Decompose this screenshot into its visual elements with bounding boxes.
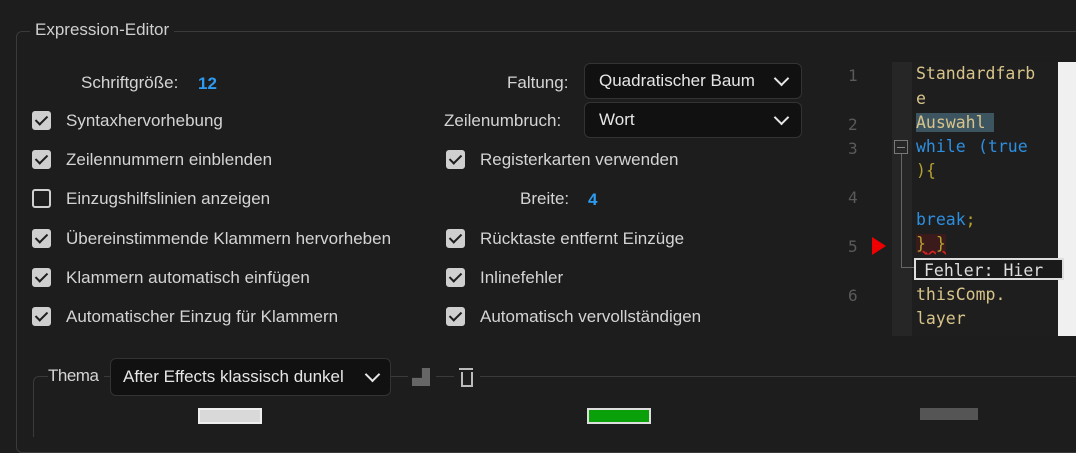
folding-label: Faltung: — [507, 73, 569, 92]
theme-select[interactable]: After Effects klassisch dunkel — [110, 358, 391, 396]
checkbox[interactable] — [446, 229, 465, 248]
chevron-down-icon — [773, 70, 790, 87]
section-title: Expression-Editor — [30, 20, 175, 40]
chevron-down-icon — [364, 366, 381, 383]
checkbox[interactable] — [32, 189, 51, 208]
option-label: Automatisch vervollständigen — [480, 307, 702, 326]
theme-value: After Effects klassisch dunkel — [123, 367, 344, 386]
new-theme-icon[interactable] — [408, 368, 436, 388]
fold-collapse-icon[interactable] — [894, 140, 908, 154]
option-label: Rücktaste entfernt Einzüge — [480, 229, 685, 248]
line-number: 6 — [848, 286, 858, 305]
line-number: 5 — [848, 237, 858, 256]
code-token: layer — [916, 309, 966, 328]
color-swatch[interactable] — [920, 408, 978, 420]
width-label: Breite: — [520, 189, 570, 208]
brace-token: { — [925, 161, 936, 180]
code-token: thisComp. — [916, 285, 1006, 304]
option-label: Syntaxhervorhebung — [66, 111, 223, 130]
line-number: 3 — [848, 139, 858, 158]
option-label: Einzugshilfslinien anzeigen — [66, 189, 271, 208]
error-message: Fehler: Hier — [924, 261, 1044, 280]
selection-token: Auswahl — [916, 113, 994, 132]
color-swatch[interactable] — [587, 408, 651, 424]
code-token: e — [916, 89, 926, 108]
folding-value: Quadratischer Baum — [599, 71, 755, 90]
keyword-token: break — [916, 210, 966, 229]
option-label: Registerkarten verwenden — [480, 150, 679, 169]
brace-token: } — [935, 234, 946, 253]
width-value[interactable]: 4 — [588, 190, 597, 210]
checkbox[interactable] — [446, 268, 465, 287]
checkbox[interactable] — [32, 307, 51, 326]
keyword-token: while — [916, 137, 966, 156]
checkbox[interactable] — [32, 229, 51, 248]
error-arrow-icon — [872, 237, 886, 255]
wrap-label: Zeilenumbruch: — [444, 111, 562, 130]
color-swatch[interactable] — [198, 408, 262, 424]
line-number: 4 — [848, 188, 858, 207]
checkbox[interactable] — [446, 150, 465, 169]
font-size-value[interactable]: 12 — [198, 74, 217, 94]
chevron-down-icon — [773, 109, 790, 126]
line-number: 1 — [848, 66, 858, 85]
folding-select[interactable]: Quadratischer Baum — [584, 63, 802, 99]
theme-label: Thema — [48, 366, 104, 386]
code-token: Standardfarb — [916, 64, 1036, 83]
checkbox[interactable] — [32, 150, 51, 169]
delete-theme-icon[interactable] — [454, 364, 480, 390]
checkbox[interactable] — [446, 307, 465, 326]
scrollbar[interactable] — [1058, 62, 1076, 336]
option-label: Übereinstimmende Klammern hervorheben — [66, 229, 392, 248]
semicolon-token: ; — [965, 210, 976, 229]
checkbox[interactable] — [32, 268, 51, 287]
wrap-select[interactable]: Wort — [584, 102, 802, 138]
fold-guide — [901, 154, 914, 268]
checkbox[interactable] — [32, 111, 51, 130]
option-label: Klammern automatisch einfügen — [66, 268, 310, 287]
brace-token: } — [916, 234, 926, 253]
option-label: Zeilennummern einblenden — [66, 150, 273, 169]
option-label: Automatischer Einzug für Klammern — [66, 307, 339, 326]
paren-token: ) — [916, 161, 926, 180]
keyword-token: (true — [978, 137, 1028, 156]
option-label: Inlinefehler — [480, 268, 564, 287]
line-number: 2 — [848, 115, 858, 134]
wrap-value: Wort — [599, 110, 635, 129]
font-size-label: Schriftgröße: — [81, 73, 179, 92]
inline-error: Fehler: Hier — [914, 258, 1064, 280]
